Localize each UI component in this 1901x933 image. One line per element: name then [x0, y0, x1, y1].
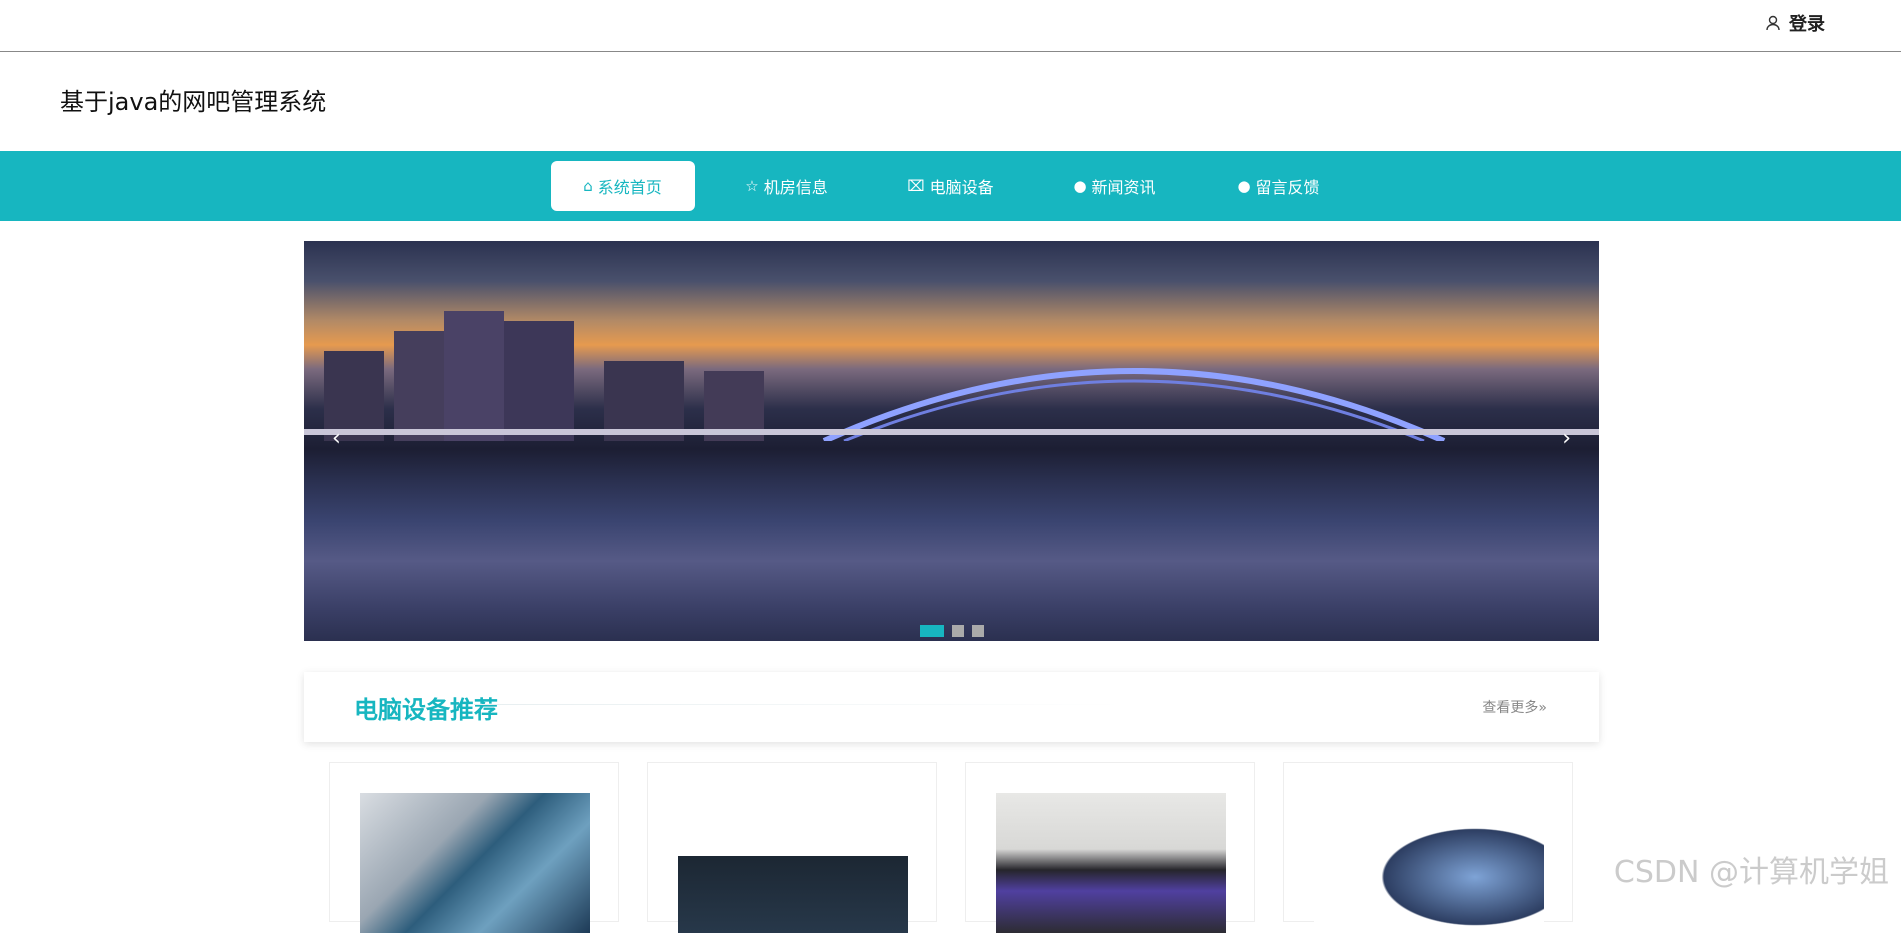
product-card[interactable] [965, 762, 1255, 922]
site-header: 基于java的网吧管理系统 [0, 52, 1901, 151]
watermark: CSDN @计算机学姐 [1614, 847, 1889, 891]
product-image [1314, 793, 1544, 933]
carousel-dot[interactable] [972, 625, 984, 637]
product-image [678, 793, 908, 933]
product-image [996, 793, 1226, 933]
nav-item-label: 新闻资讯 [1092, 174, 1156, 198]
carousel-dot[interactable] [920, 625, 944, 637]
carousel-indicators [920, 625, 984, 637]
home-icon: ⌂ [583, 177, 593, 195]
banner-image [304, 291, 1599, 441]
nav-item-feedback[interactable]: ● 留言反馈 [1207, 161, 1351, 211]
nav-item-home[interactable]: ⌂ 系统首页 [551, 161, 695, 211]
question-icon: ● [1237, 177, 1250, 195]
login-label: 登录 [1789, 10, 1825, 36]
product-card[interactable] [1283, 762, 1573, 922]
banner-carousel[interactable]: ‹ › [304, 241, 1599, 641]
nav-item-label: 电脑设备 [930, 174, 994, 198]
star-icon: ☆ [745, 177, 758, 195]
carousel-prev-button[interactable]: ‹ [332, 426, 341, 451]
nav-item-label: 系统首页 [598, 174, 662, 198]
nav-item-computer-devices[interactable]: ⌧ 电脑设备 [879, 161, 1023, 211]
product-card[interactable] [647, 762, 937, 922]
nav-item-label: 留言反馈 [1256, 174, 1320, 198]
section-title: 电脑设备推荐 [354, 690, 498, 725]
user-icon [1765, 15, 1781, 31]
carousel-next-button[interactable]: › [1562, 426, 1571, 451]
product-card-list [329, 762, 1573, 922]
top-bar: 登录 [0, 0, 1901, 52]
main-nav: ⌂ 系统首页 ☆ 机房信息 ⌧ 电脑设备 ● 新闻资讯 ● 留言反馈 [0, 151, 1901, 221]
bag-icon: ⌧ [907, 177, 924, 195]
product-card[interactable] [329, 762, 619, 922]
section-divider [474, 704, 1124, 705]
carousel-dot[interactable] [952, 625, 964, 637]
nav-item-room-info[interactable]: ☆ 机房信息 [715, 161, 859, 211]
login-button[interactable]: 登录 [1765, 10, 1825, 36]
recommend-section-header: 电脑设备推荐 查看更多» [304, 672, 1599, 742]
product-image [360, 793, 590, 933]
nav-item-label: 机房信息 [764, 174, 828, 198]
alert-icon: ● [1073, 177, 1086, 195]
view-more-link[interactable]: 查看更多» [1482, 697, 1547, 717]
site-title: 基于java的网吧管理系统 [60, 82, 326, 117]
nav-item-news[interactable]: ● 新闻资讯 [1043, 161, 1187, 211]
